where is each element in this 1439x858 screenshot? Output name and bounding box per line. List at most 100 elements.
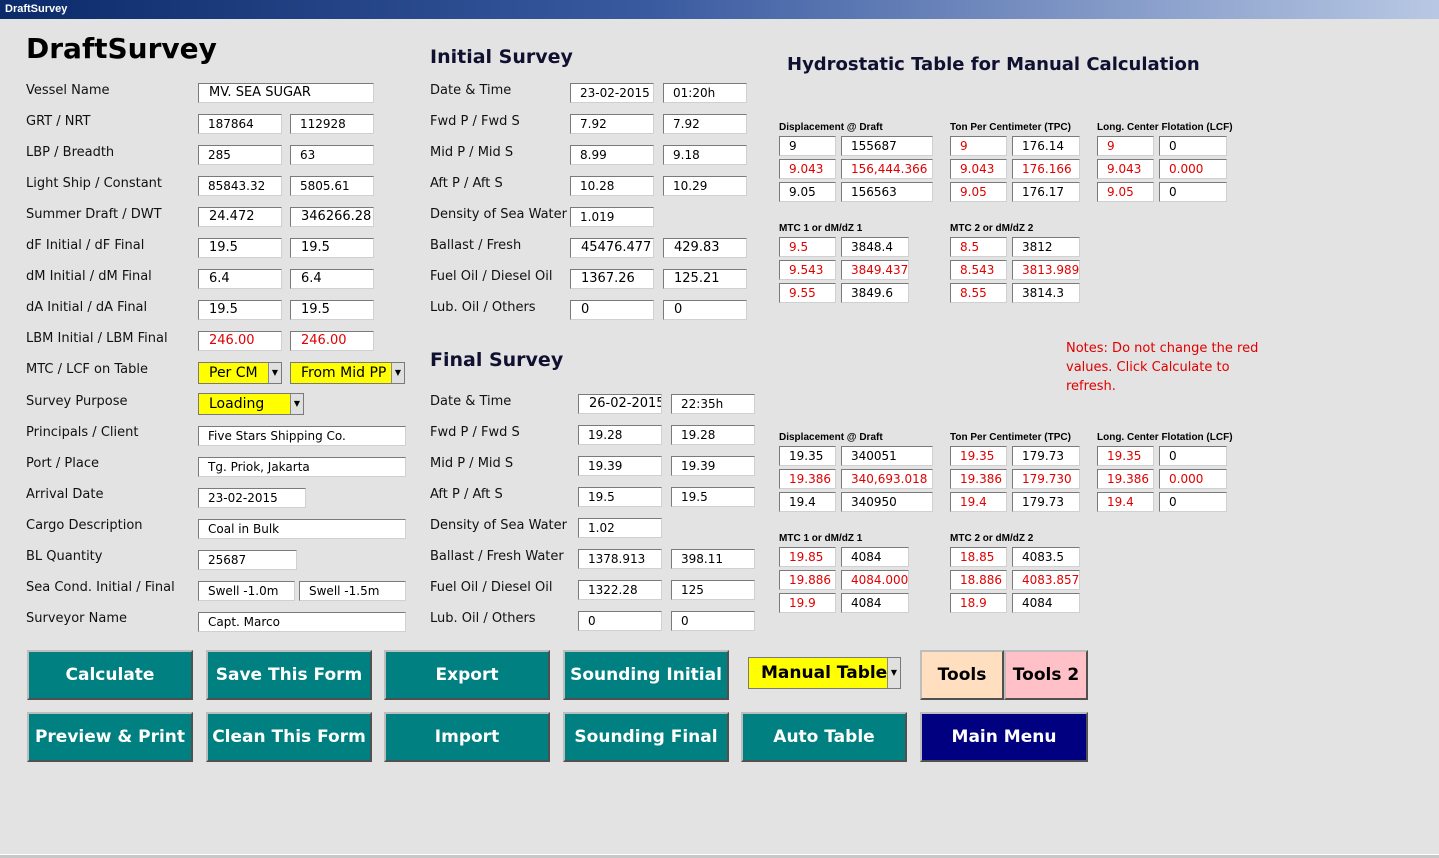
disp-draft-cell[interactable]: 19.35	[779, 446, 836, 466]
mtc1-draft-cell[interactable]: 9.5	[779, 237, 836, 257]
final-aft-s-field[interactable]: 19.5	[671, 487, 755, 507]
initial-others-field[interactable]: 0	[663, 300, 747, 320]
tpc-draft-cell[interactable]: 9	[950, 136, 1007, 156]
mtc2-draft-cell[interactable]: 18.9	[950, 593, 1007, 613]
mtc2-value-cell[interactable]: 3812	[1012, 237, 1080, 257]
initial-fwd-s-field[interactable]: 7.92	[663, 114, 747, 134]
df-initial-field[interactable]: 19.5	[198, 238, 282, 258]
dm-final-field[interactable]: 6.4	[290, 269, 374, 289]
final-diesel-oil-field[interactable]: 125	[671, 580, 755, 600]
export-button[interactable]: Export	[384, 650, 550, 700]
da-initial-field[interactable]: 19.5	[198, 300, 282, 320]
final-density-field[interactable]: 1.02	[578, 518, 662, 538]
initial-fresh-field[interactable]: 429.83	[663, 238, 747, 258]
tpc-draft-cell[interactable]: 9.043	[950, 159, 1007, 179]
final-aft-p-field[interactable]: 19.5	[578, 487, 662, 507]
mtc1-value-cell[interactable]: 4084.000	[841, 570, 909, 590]
lcf-draft-cell[interactable]: 9.05	[1097, 182, 1154, 202]
tpc-draft-cell[interactable]: 19.4	[950, 492, 1007, 512]
mtc2-value-cell[interactable]: 4083.5	[1012, 547, 1080, 567]
lcf-draft-cell[interactable]: 9	[1097, 136, 1154, 156]
mtc2-value-cell[interactable]: 4083.857	[1012, 570, 1080, 590]
tpc-draft-cell[interactable]: 19.35	[950, 446, 1007, 466]
disp-value-cell[interactable]: 156563	[841, 182, 933, 202]
lcf-value-cell[interactable]: 0	[1159, 182, 1227, 202]
initial-aft-s-field[interactable]: 10.29	[663, 176, 747, 196]
nrt-field[interactable]: 112928	[290, 114, 374, 134]
mtc2-draft-cell[interactable]: 8.5	[950, 237, 1007, 257]
tpc-draft-cell[interactable]: 9.05	[950, 182, 1007, 202]
mtc2-draft-cell[interactable]: 8.55	[950, 283, 1007, 303]
lcf-draft-cell[interactable]: 9.043	[1097, 159, 1154, 179]
disp-value-cell[interactable]: 156,444.366	[841, 159, 933, 179]
disp-value-cell[interactable]: 340,693.018	[841, 469, 933, 489]
mtc2-value-cell[interactable]: 3813.989	[1012, 260, 1080, 280]
mtc1-draft-cell[interactable]: 9.543	[779, 260, 836, 280]
lcf-value-cell[interactable]: 0.000	[1159, 469, 1227, 489]
chevron-down-icon[interactable]: ▼	[391, 363, 404, 383]
lcf-option-select[interactable]: From Mid PP ▼	[290, 362, 405, 384]
mtc2-draft-cell[interactable]: 8.543	[950, 260, 1007, 280]
survey-purpose-select[interactable]: Loading ▼	[198, 393, 304, 415]
principals-field[interactable]: Five Stars Shipping Co.	[198, 426, 406, 446]
initial-mid-s-field[interactable]: 9.18	[663, 145, 747, 165]
initial-ballast-field[interactable]: 45476.477	[570, 238, 654, 258]
initial-fuel-oil-field[interactable]: 1367.26	[570, 269, 654, 289]
mtc1-value-cell[interactable]: 3848.4	[841, 237, 909, 257]
initial-diesel-oil-field[interactable]: 125.21	[663, 269, 747, 289]
mtc2-value-cell[interactable]: 4084	[1012, 593, 1080, 613]
port-field[interactable]: Tg. Priok, Jakarta	[198, 457, 406, 477]
lbm-final-field[interactable]: 246.00	[290, 331, 374, 351]
mtc-option-select[interactable]: Per CM ▼	[198, 362, 282, 384]
final-ballast-field[interactable]: 1378.913	[578, 549, 662, 569]
lcf-draft-cell[interactable]: 19.4	[1097, 492, 1154, 512]
disp-value-cell[interactable]: 340950	[841, 492, 933, 512]
initial-time-field[interactable]: 01:20h	[663, 83, 747, 103]
tpc-value-cell[interactable]: 179.73	[1012, 492, 1080, 512]
auto-table-button[interactable]: Auto Table	[741, 712, 907, 762]
mtc2-draft-cell[interactable]: 18.886	[950, 570, 1007, 590]
chevron-down-icon[interactable]: ▼	[887, 658, 900, 688]
tools2-button[interactable]: Tools 2	[1004, 650, 1088, 700]
lcf-draft-cell[interactable]: 19.386	[1097, 469, 1154, 489]
final-date-field[interactable]: 26-02-2015	[578, 394, 662, 414]
bl-quantity-field[interactable]: 25687	[198, 550, 297, 570]
sounding-final-button[interactable]: Sounding Final	[563, 712, 729, 762]
final-lub-oil-field[interactable]: 0	[578, 611, 662, 631]
disp-draft-cell[interactable]: 9	[779, 136, 836, 156]
final-time-field[interactable]: 22:35h	[671, 394, 755, 414]
disp-value-cell[interactable]: 340051	[841, 446, 933, 466]
tools-button[interactable]: Tools	[920, 650, 1004, 700]
final-fresh-field[interactable]: 398.11	[671, 549, 755, 569]
mtc1-value-cell[interactable]: 3849.437	[841, 260, 909, 280]
disp-draft-cell[interactable]: 9.05	[779, 182, 836, 202]
initial-mid-p-field[interactable]: 8.99	[570, 145, 654, 165]
final-fuel-oil-field[interactable]: 1322.28	[578, 580, 662, 600]
grt-field[interactable]: 187864	[198, 114, 282, 134]
disp-draft-cell[interactable]: 19.386	[779, 469, 836, 489]
dwt-field[interactable]: 346266.28	[290, 207, 374, 227]
mtc2-value-cell[interactable]: 3814.3	[1012, 283, 1080, 303]
mtc1-draft-cell[interactable]: 9.55	[779, 283, 836, 303]
mtc1-draft-cell[interactable]: 19.9	[779, 593, 836, 613]
arrival-date-field[interactable]: 23-02-2015	[198, 488, 306, 508]
dm-initial-field[interactable]: 6.4	[198, 269, 282, 289]
final-mid-p-field[interactable]: 19.39	[578, 456, 662, 476]
tpc-value-cell[interactable]: 176.17	[1012, 182, 1080, 202]
preview-print-button[interactable]: Preview & Print	[27, 712, 193, 762]
lbp-field[interactable]: 285	[198, 145, 282, 165]
import-button[interactable]: Import	[384, 712, 550, 762]
tpc-draft-cell[interactable]: 19.386	[950, 469, 1007, 489]
final-mid-s-field[interactable]: 19.39	[671, 456, 755, 476]
disp-draft-cell[interactable]: 9.043	[779, 159, 836, 179]
lcf-value-cell[interactable]: 0	[1159, 446, 1227, 466]
df-final-field[interactable]: 19.5	[290, 238, 374, 258]
disp-draft-cell[interactable]: 19.4	[779, 492, 836, 512]
cargo-field[interactable]: Coal in Bulk	[198, 519, 406, 539]
lbm-initial-field[interactable]: 246.00	[198, 331, 282, 351]
initial-lub-oil-field[interactable]: 0	[570, 300, 654, 320]
sounding-initial-button[interactable]: Sounding Initial	[563, 650, 729, 700]
lcf-value-cell[interactable]: 0	[1159, 492, 1227, 512]
mtc2-draft-cell[interactable]: 18.85	[950, 547, 1007, 567]
mtc1-draft-cell[interactable]: 19.886	[779, 570, 836, 590]
